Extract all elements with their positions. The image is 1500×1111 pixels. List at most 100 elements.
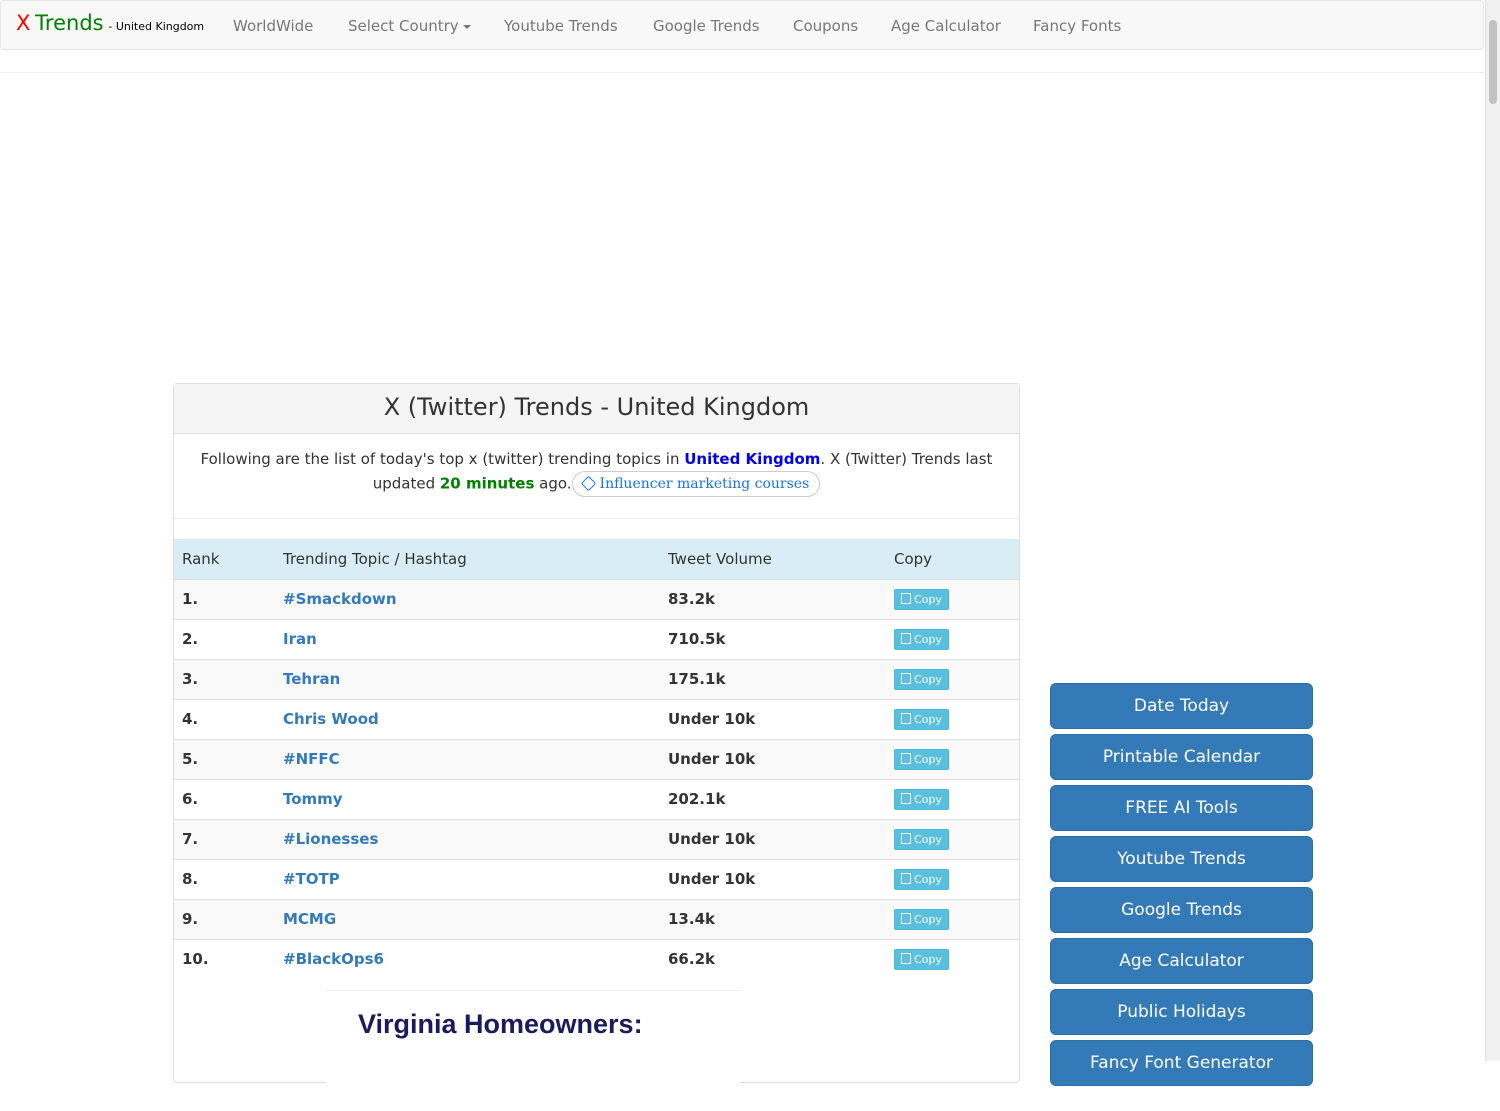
copy-button[interactable]: Copy: [894, 788, 949, 810]
copy-button[interactable]: Copy: [894, 868, 949, 890]
table-row: 6. Tommy 202.1k Copy: [174, 779, 1019, 819]
tag-icon: [580, 475, 596, 491]
copy-cell: Copy: [886, 659, 1019, 699]
brand-logo[interactable]: X Trends - United Kingdom: [16, 11, 204, 35]
copy-cell: Copy: [886, 739, 1019, 779]
ad-headline: Virginia Homeowners:: [358, 1009, 643, 1039]
copy-icon: [901, 793, 911, 804]
volume-cell: Under 10k: [668, 750, 756, 768]
trends-table: Rank Trending Topic / Hashtag Tweet Volu…: [174, 539, 1019, 979]
sidebar-button-printable-calendar[interactable]: Printable Calendar: [1050, 734, 1313, 780]
rank-cell: 6.: [182, 790, 199, 808]
copy-button[interactable]: Copy: [894, 668, 949, 690]
influencer-courses-link[interactable]: Influencer marketing courses: [571, 471, 821, 497]
copy-cell: Copy: [886, 899, 1019, 939]
topic-link[interactable]: #NFFC: [275, 739, 660, 779]
copy-cell: Copy: [886, 699, 1019, 739]
copy-cell: Copy: [886, 619, 1019, 659]
brand-country: - United Kingdom: [108, 20, 205, 33]
page-scrollbar[interactable]: [1485, 0, 1500, 1061]
rank-cell: 4.: [182, 710, 199, 728]
copy-icon: [901, 633, 911, 644]
copy-icon: [901, 673, 911, 684]
copy-label: Copy: [914, 592, 942, 606]
volume-cell: 175.1k: [668, 670, 726, 688]
rank-cell: 1.: [182, 590, 199, 608]
copy-button[interactable]: Copy: [894, 748, 949, 770]
copy-cell: Copy: [886, 779, 1019, 819]
rank-cell: 9.: [182, 910, 199, 928]
scrollbar-thumb[interactable]: [1489, 20, 1497, 104]
topic-link[interactable]: #BlackOps6: [275, 939, 660, 979]
intro-before: Following are the list of today's top x …: [200, 450, 685, 468]
topic-link[interactable]: Tehran: [275, 659, 660, 699]
volume-cell: 710.5k: [668, 630, 726, 648]
copy-button[interactable]: Copy: [894, 588, 949, 610]
table-row: 4. Chris Wood Under 10k Copy: [174, 699, 1019, 739]
influencer-courses-label: Influencer marketing courses: [599, 476, 810, 492]
copy-icon: [901, 833, 911, 844]
table-row: 10. #BlackOps6 66.2k Copy: [174, 939, 1019, 979]
sidebar-button-free-ai-tools[interactable]: FREE AI Tools: [1050, 785, 1313, 831]
sidebar-button-youtube-trends[interactable]: Youtube Trends: [1050, 836, 1313, 882]
copy-label: Copy: [914, 752, 942, 766]
topic-link[interactable]: Iran: [275, 619, 660, 659]
sidebar-button-google-trends[interactable]: Google Trends: [1050, 887, 1313, 933]
copy-cell: Copy: [886, 579, 1019, 619]
table-row: 5. #NFFC Under 10k Copy: [174, 739, 1019, 779]
sidebar-button-date-today[interactable]: Date Today: [1050, 683, 1313, 729]
volume-cell: Under 10k: [668, 710, 756, 728]
brand-x: X: [16, 11, 31, 35]
divider: [0, 72, 1484, 73]
rank-cell: 3.: [182, 670, 199, 688]
table-row: 1. #Smackdown 83.2k Copy: [174, 579, 1019, 619]
copy-button[interactable]: Copy: [894, 948, 949, 970]
copy-icon: [901, 753, 911, 764]
sidebar-button-fancy-font-generator[interactable]: Fancy Font Generator: [1050, 1040, 1313, 1086]
top-navbar: X Trends - United Kingdom WorldWide Sele…: [0, 0, 1484, 50]
copy-icon: [901, 953, 911, 965]
separator: [174, 518, 1019, 519]
rank-cell: 5.: [182, 750, 199, 768]
topic-link[interactable]: #TOTP: [275, 859, 660, 899]
copy-button[interactable]: Copy: [894, 828, 949, 850]
table-row: 9. MCMG 13.4k Copy: [174, 899, 1019, 939]
country-link[interactable]: United Kingdom: [684, 450, 820, 468]
copy-label: Copy: [914, 952, 942, 966]
rank-cell: 8.: [182, 870, 199, 888]
copy-button[interactable]: Copy: [894, 908, 949, 930]
header-volume: Tweet Volume: [668, 549, 772, 568]
sidebar-button-public-holidays[interactable]: Public Holidays: [1050, 989, 1313, 1035]
table-row: 8. #TOTP Under 10k Copy: [174, 859, 1019, 899]
topic-link[interactable]: #Smackdown: [275, 579, 660, 619]
rank-cell: 2.: [182, 630, 199, 648]
table-row: 7. #Lionesses Under 10k Copy: [174, 819, 1019, 859]
sidebar-button-age-calculator[interactable]: Age Calculator: [1050, 938, 1313, 984]
nav-youtube-trends[interactable]: Youtube Trends: [504, 17, 618, 35]
copy-label: Copy: [914, 832, 942, 846]
topic-link[interactable]: #Lionesses: [275, 819, 660, 859]
topic-link[interactable]: MCMG: [275, 899, 660, 939]
copy-button[interactable]: Copy: [894, 708, 949, 730]
rank-cell: 10.: [182, 950, 209, 969]
topic-link[interactable]: Tommy: [275, 779, 660, 819]
copy-icon: [901, 873, 911, 884]
nav-google-trends[interactable]: Google Trends: [653, 17, 760, 35]
topic-link[interactable]: Chris Wood: [275, 699, 660, 739]
copy-button[interactable]: Copy: [894, 628, 949, 650]
intro-after: ago.: [534, 474, 572, 493]
copy-cell: Copy: [886, 819, 1019, 859]
copy-label: Copy: [914, 912, 942, 926]
nav-age-calculator[interactable]: Age Calculator: [891, 17, 1001, 35]
nav-worldwide[interactable]: WorldWide: [233, 17, 313, 35]
ad-box[interactable]: Virginia Homeowners:: [326, 990, 740, 1111]
copy-cell: Copy: [886, 939, 1019, 979]
copy-icon: [901, 713, 911, 724]
nav-select-country-label: Select Country: [348, 17, 459, 35]
nav-select-country[interactable]: Select Country: [348, 17, 471, 35]
trends-panel: X (Twitter) Trends - United Kingdom Foll…: [173, 383, 1020, 1111]
volume-cell: 202.1k: [668, 790, 726, 808]
nav-fancy-fonts[interactable]: Fancy Fonts: [1033, 17, 1121, 35]
header-copy: Copy: [894, 549, 933, 568]
nav-coupons[interactable]: Coupons: [793, 17, 858, 35]
